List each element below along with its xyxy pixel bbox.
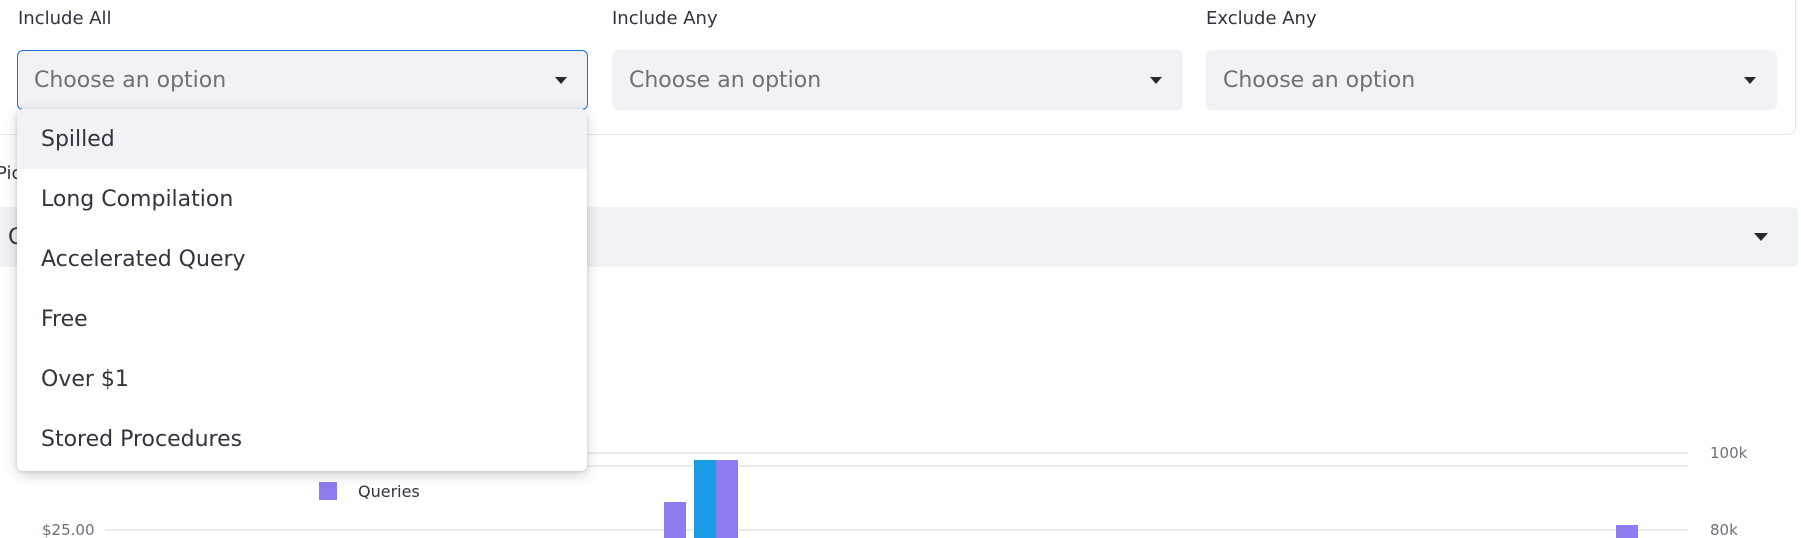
bar-queries [664,502,686,538]
include-any-label: Include Any [612,8,718,29]
app-stage: Include All Include Any Exclude Any Choo… [0,0,1801,538]
include-all-label: Include All [18,8,112,29]
bar-queries [716,460,738,538]
chevron-down-icon [1744,76,1756,84]
y-tick-right: 80k [1710,521,1738,538]
dropdown-option[interactable]: Spilled [17,109,587,169]
exclude-any-label: Exclude Any [1206,8,1317,29]
y-tick-right: 100k [1710,444,1748,462]
dropdown-option[interactable]: Over $1 [17,349,587,409]
chevron-down-icon [1150,76,1162,84]
legend-label: Queries [358,482,420,501]
bar-queries [1616,525,1638,538]
include-any-placeholder: Choose an option [629,67,822,93]
exclude-any-select[interactable]: Choose an option [1206,50,1777,110]
include-all-select[interactable]: Choose an option [17,50,588,110]
include-all-placeholder: Choose an option [34,67,227,93]
dropdown-option[interactable]: Accelerated Query [17,229,587,289]
dropdown-option[interactable]: Stored Procedures [17,409,587,469]
legend-swatch [319,482,337,500]
dropdown-option[interactable]: Long Compilation [17,169,587,229]
chevron-down-icon [1754,233,1768,241]
bar-cost [694,460,716,538]
y-tick-left: $25.00 [42,521,95,538]
include-any-select[interactable]: Choose an option [612,50,1183,110]
exclude-any-placeholder: Choose an option [1223,67,1416,93]
chevron-down-icon [555,76,567,84]
include-all-dropdown-menu: Spilled Long Compilation Accelerated Query… [17,109,587,471]
dropdown-option[interactable]: Free [17,289,587,349]
